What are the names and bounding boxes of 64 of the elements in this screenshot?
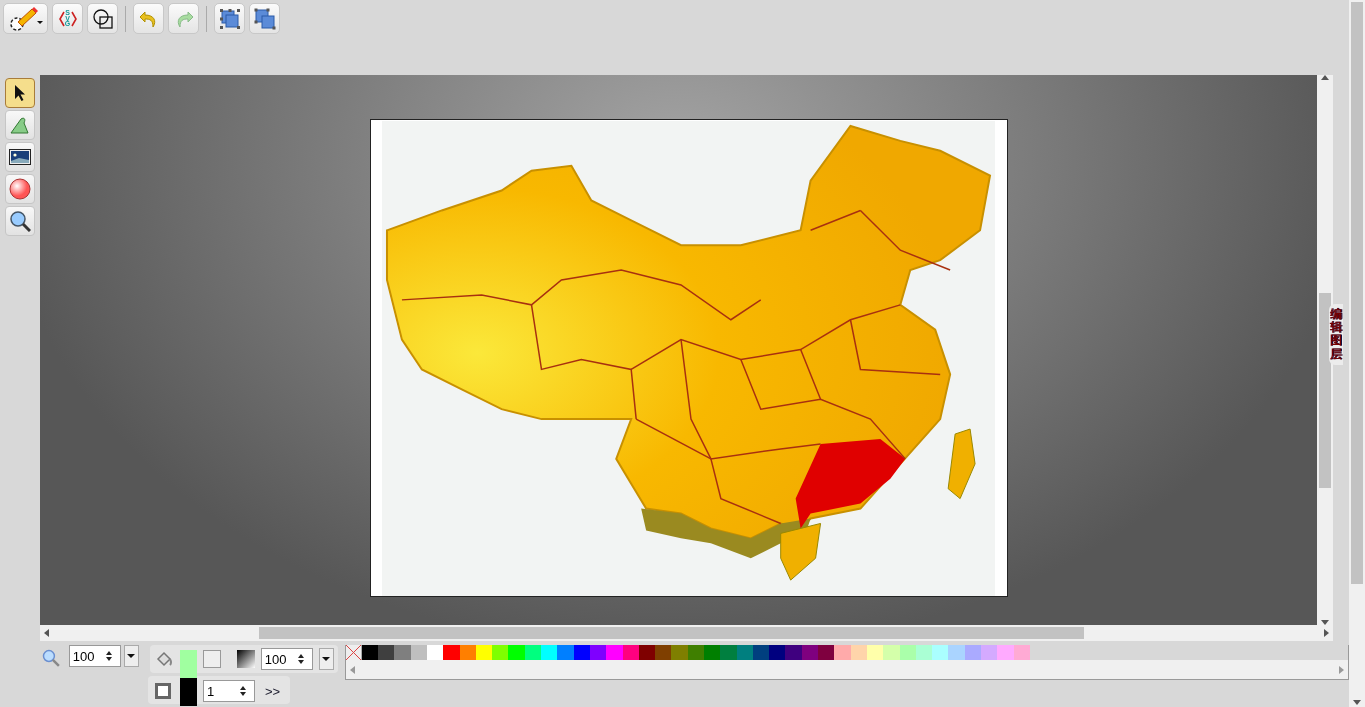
image-tool-button[interactable] — [5, 142, 35, 172]
color-swatch[interactable] — [932, 645, 949, 660]
spinner-icon[interactable] — [239, 685, 247, 697]
image-icon — [9, 149, 31, 165]
path-shape-icon — [10, 116, 30, 134]
gradient-icon — [236, 650, 255, 668]
color-swatch[interactable] — [785, 645, 802, 660]
color-swatch[interactable] — [769, 645, 786, 660]
main-menu-button[interactable] — [3, 3, 48, 34]
circle-square-icon — [91, 7, 114, 30]
zoom-dropdown-button[interactable] — [123, 645, 139, 667]
color-swatch[interactable] — [997, 645, 1014, 660]
color-swatch[interactable] — [378, 645, 395, 660]
fill-color-swatch[interactable] — [179, 650, 197, 678]
color-swatch[interactable] — [671, 645, 688, 660]
shape-library-button[interactable] — [87, 3, 118, 34]
no-color-swatch[interactable] — [345, 645, 362, 660]
stroke-color-swatch[interactable] — [180, 676, 197, 706]
color-swatch[interactable] — [557, 645, 574, 660]
magnifier-icon — [9, 210, 31, 232]
scroll-right-icon — [1324, 629, 1329, 637]
color-swatch[interactable] — [655, 645, 672, 660]
scroll-right-icon — [1339, 665, 1344, 674]
color-swatch[interactable] — [508, 645, 525, 660]
scroll-down-icon — [1353, 700, 1361, 705]
redo-button[interactable] — [168, 3, 199, 34]
layers-panel-tab[interactable]: 编辑图层 — [1329, 304, 1343, 365]
select-tool-button[interactable] — [5, 78, 35, 108]
horizontal-scrollbar[interactable] — [40, 625, 1333, 641]
overlapping-squares-icon — [253, 7, 276, 30]
scroll-left-icon — [44, 629, 49, 637]
stroke-width-field[interactable]: 1 — [203, 680, 255, 702]
group-button[interactable] — [214, 3, 245, 34]
ellipse-tool-button[interactable] — [5, 174, 35, 204]
color-swatch[interactable] — [981, 645, 998, 660]
color-swatch[interactable] — [606, 645, 623, 660]
more-options-button[interactable]: >> — [261, 683, 285, 699]
zoom-field[interactable]: 100 — [68, 645, 121, 667]
color-swatch[interactable] — [704, 645, 721, 660]
scroll-left-icon — [349, 665, 355, 674]
color-swatch[interactable] — [948, 645, 965, 660]
stroke-style-button[interactable] — [152, 680, 174, 702]
spinner-icon[interactable] — [296, 653, 305, 665]
zoom-tool-button[interactable] — [5, 206, 35, 236]
grouped-squares-icon — [218, 7, 241, 30]
opacity-dropdown-button[interactable] — [318, 648, 334, 670]
pointer-icon — [13, 84, 27, 102]
color-swatch[interactable] — [818, 645, 835, 660]
undo-button[interactable] — [133, 3, 164, 34]
color-swatch[interactable] — [883, 645, 900, 660]
color-swatch[interactable] — [541, 645, 558, 660]
color-swatch[interactable] — [492, 645, 509, 660]
scroll-up-icon — [1321, 75, 1329, 80]
opacity-field[interactable]: 100 — [260, 648, 313, 670]
color-swatch[interactable] — [443, 645, 460, 660]
color-swatch[interactable] — [394, 645, 411, 660]
zoom-icon — [42, 649, 60, 667]
color-swatch[interactable] — [834, 645, 851, 660]
clone-button[interactable] — [249, 3, 280, 34]
stroke-paint-swatch[interactable] — [202, 650, 221, 668]
circle-icon — [9, 178, 31, 200]
page-scrollbar[interactable] — [1349, 0, 1365, 707]
spinner-icon[interactable] — [104, 650, 113, 662]
color-swatch[interactable] — [720, 645, 737, 660]
